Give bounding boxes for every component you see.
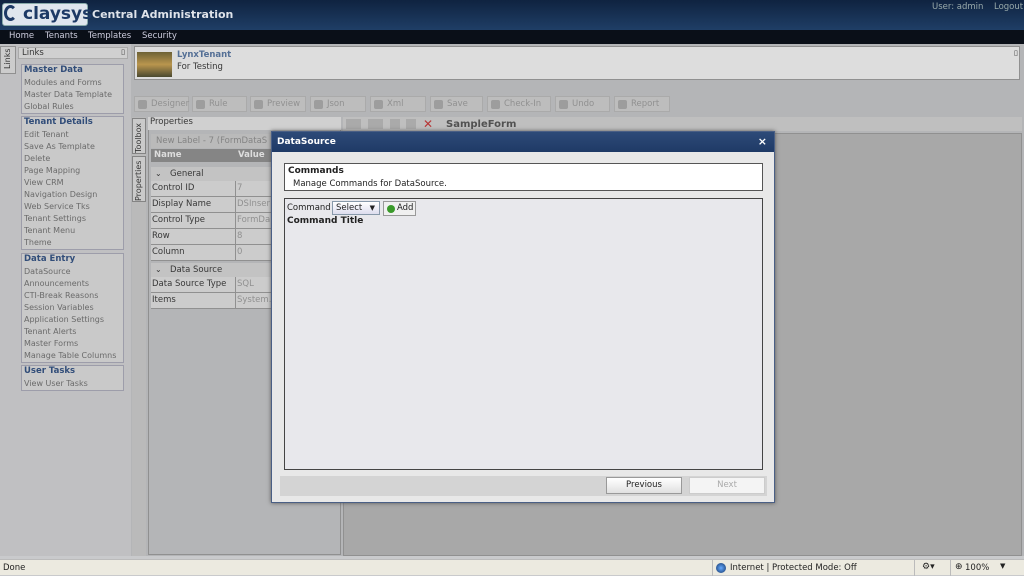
- security-zone[interactable]: Internet | Protected Mode: Off: [730, 563, 857, 573]
- add-label: Add: [397, 203, 414, 213]
- dialog-title-bar: DataSource ×: [272, 132, 774, 152]
- menu-home[interactable]: Home: [9, 31, 34, 41]
- menu-tenants[interactable]: Tenants: [45, 31, 78, 41]
- add-button[interactable]: Add: [383, 201, 416, 216]
- user-label: User: admin: [932, 2, 984, 12]
- datasource-dialog: DataSource × Commands Manage Commands for…: [271, 131, 775, 503]
- dialog-title: DataSource: [277, 137, 336, 147]
- divider: [712, 560, 713, 576]
- globe-icon: [716, 563, 726, 573]
- protected-mode-icon[interactable]: ⚙▾: [922, 562, 935, 572]
- chevron-down-icon: ▼: [369, 204, 375, 212]
- menu-bar: Home Tenants Templates Security: [0, 30, 1024, 44]
- zoom-icon: ⊕: [955, 562, 963, 572]
- app-title: Central Administration: [92, 8, 234, 21]
- chevron-down-icon[interactable]: ▼: [1000, 562, 1005, 570]
- next-button[interactable]: Next: [689, 477, 765, 494]
- status-text: Done: [3, 563, 26, 573]
- commands-panel: Command Select ▼ Add Command Title: [284, 198, 763, 470]
- divider: [950, 560, 951, 576]
- command-label: Command: [287, 203, 331, 213]
- logout-link[interactable]: Logout: [994, 2, 1023, 12]
- divider: [914, 560, 915, 576]
- command-select[interactable]: Select ▼: [332, 201, 380, 215]
- zoom-level[interactable]: 100%: [965, 563, 989, 573]
- menu-security[interactable]: Security: [142, 31, 177, 41]
- menu-templates[interactable]: Templates: [88, 31, 131, 41]
- close-icon[interactable]: ×: [758, 135, 767, 148]
- previous-button[interactable]: Previous: [606, 477, 682, 494]
- commands-title: Commands: [288, 166, 344, 176]
- select-value: Select: [336, 203, 363, 213]
- status-bar: Done Internet | Protected Mode: Off ⚙▾ ⊕…: [0, 559, 1024, 576]
- add-icon: [387, 205, 395, 213]
- commands-description: Manage Commands for DataSource.: [293, 179, 447, 189]
- command-title-header: Command Title: [287, 216, 364, 226]
- logo-icon: [4, 5, 17, 21]
- commands-header-box: Commands Manage Commands for DataSource.: [284, 163, 763, 191]
